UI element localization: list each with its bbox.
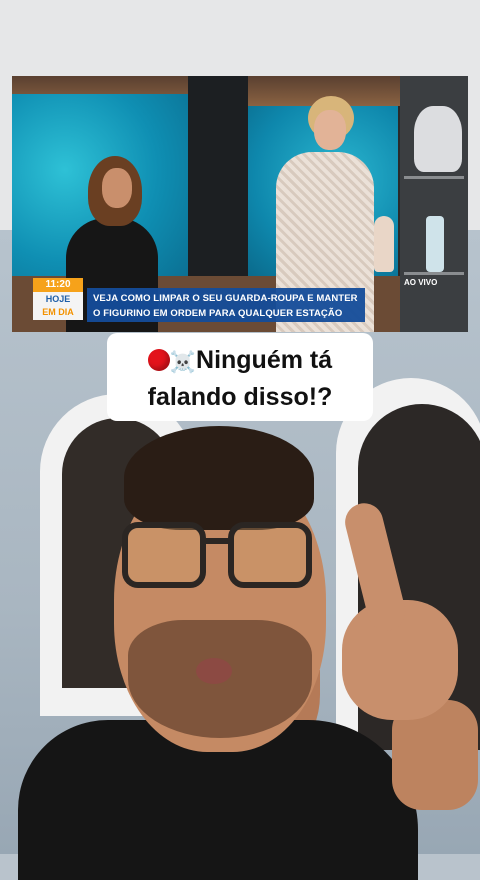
- program-logo-line1: HOJE: [45, 294, 71, 304]
- host-left-face: [102, 168, 132, 208]
- program-logo: HOJE EM DIA: [33, 292, 83, 320]
- caption-line1: Ninguém tá: [196, 346, 333, 374]
- shelf-vase: [414, 106, 462, 172]
- presenter: [0, 420, 480, 880]
- lower-third-headline: VEJA COMO LIMPAR O SEU GUARDA-ROUPA E MA…: [87, 288, 365, 322]
- presenter-hair: [124, 426, 314, 530]
- red-circle-icon: [147, 349, 170, 371]
- tv-clock: 11:20: [33, 278, 83, 292]
- shelf-bottle: [426, 216, 444, 272]
- shelf-board: [404, 272, 464, 275]
- program-logo-line2: EM DIA: [42, 307, 74, 317]
- skull-crossbones-icon: ☠️: [169, 351, 197, 374]
- tv-clip: 11:20 HOJE EM DIA VEJA COMO LIMPAR O SEU…: [12, 76, 468, 332]
- glasses-lens-left: [122, 522, 206, 588]
- host-right-face: [314, 110, 346, 150]
- presenter-mouth: [196, 658, 232, 684]
- pointing-hand: [338, 499, 478, 810]
- shelf-board: [404, 176, 464, 179]
- caption-line1-row: ☠️Ninguém tá: [107, 343, 373, 380]
- caption-sticker: ☠️Ninguém tá falando disso!?: [107, 333, 373, 421]
- pointing-finger: [341, 499, 410, 635]
- glasses-icon: [122, 522, 312, 592]
- glasses-lens-right: [228, 522, 312, 588]
- glasses-bridge: [204, 538, 230, 544]
- caption-line2: falando disso!?: [147, 383, 333, 411]
- live-badge: AO VIVO: [404, 278, 438, 287]
